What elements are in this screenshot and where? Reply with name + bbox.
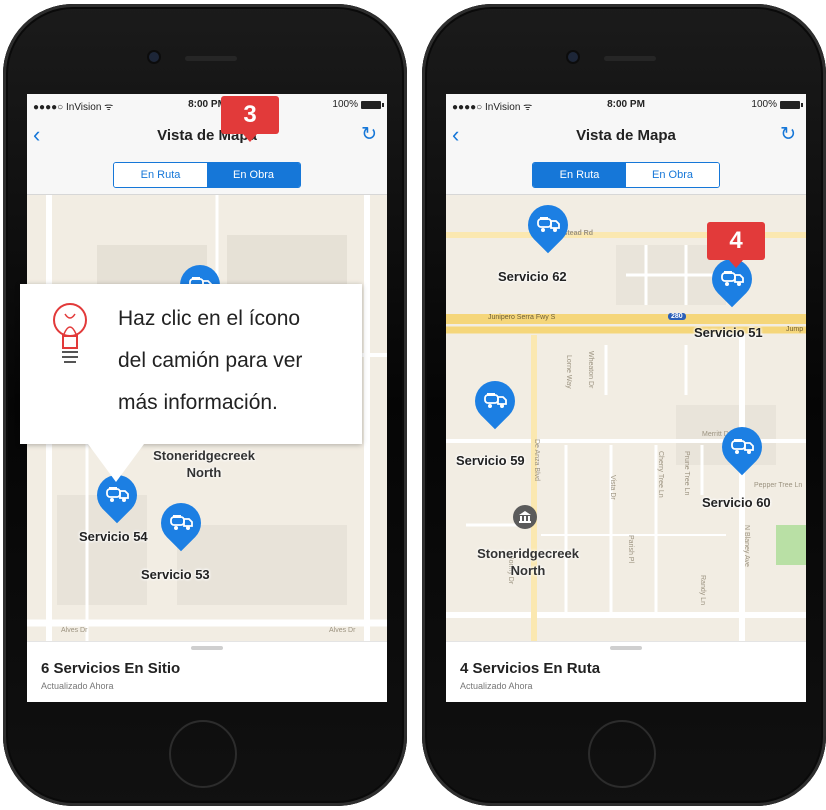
truck-pin-servicio-59[interactable] <box>466 372 524 431</box>
front-camera <box>568 52 578 62</box>
place-label: Stoneridgecreek North <box>153 448 255 480</box>
speaker-grille <box>604 56 656 61</box>
street-label: Alves Dr <box>61 627 88 634</box>
carrier-label: ●●●●○ InVision ᯤ <box>452 102 533 113</box>
right-screen: ●●●●○ InVision ᯤ 8:00 PM 100% ‹ Vista de… <box>446 94 806 702</box>
navigation-bar: ‹ Vista de Mapa ↻ <box>27 116 387 158</box>
step-badge-4: 4 <box>707 222 765 268</box>
truck-icon <box>721 269 745 287</box>
right-phone-frame: ●●●●○ InVision ᯤ 8:00 PM 100% ‹ Vista de… <box>422 4 826 806</box>
truck-icon <box>537 215 561 233</box>
truck-pin-servicio-60[interactable] <box>713 418 771 477</box>
pin-label: Servicio 62 <box>498 269 567 284</box>
street-label: Alves Dr <box>329 627 356 634</box>
tooltip-callout: Haz clic en el ícono del camión para ver… <box>20 284 362 482</box>
tooltip-line: Haz clic en el ícono <box>118 307 301 330</box>
pin-label: Servicio 60 <box>702 495 771 510</box>
segment-en-ruta[interactable]: En Ruta <box>114 163 207 187</box>
segment-bar: En Ruta En Obra <box>27 158 387 195</box>
refresh-icon[interactable]: ↻ <box>361 123 377 146</box>
truck-pin-servicio-62[interactable] <box>519 196 577 255</box>
front-camera <box>149 52 159 62</box>
street-label: N Blaney Ave <box>743 525 750 567</box>
carrier-label: ●●●●○ InVision ᯤ <box>33 102 114 113</box>
street-label: De Anza Blvd <box>533 439 540 482</box>
page-title: Vista de Mapa <box>576 127 676 144</box>
museum-icon[interactable] <box>513 505 537 529</box>
truck-icon <box>484 391 508 409</box>
home-button[interactable] <box>588 720 656 788</box>
battery-percent: 100% <box>751 99 777 110</box>
sheet-subtitle: Actualizado Ahora <box>41 681 114 691</box>
truck-pin-servicio-54[interactable] <box>88 466 146 525</box>
truck-icon <box>731 437 755 455</box>
street-label: Randy Ln <box>699 575 706 605</box>
page-title: Vista de Mapa <box>157 127 257 144</box>
map-view[interactable]: Homestead Rd Junipero Serra Fwy S 280 Ju… <box>446 195 806 641</box>
home-button[interactable] <box>169 720 237 788</box>
interstate-shield: 280 <box>668 313 686 320</box>
speaker-grille <box>185 56 237 61</box>
pin-label: Servicio 59 <box>456 453 525 468</box>
bottom-sheet[interactable]: 6 Servicios En Sitio Actualizado Ahora <box>27 641 387 702</box>
refresh-icon[interactable]: ↻ <box>780 123 796 146</box>
status-bar: ●●●●○ InVision ᯤ 8:00 PM 100% <box>446 94 806 116</box>
navigation-bar: ‹ Vista de Mapa ↻ <box>446 116 806 158</box>
battery-icon <box>780 100 803 109</box>
street-label: Prune Tree Ln <box>683 451 690 496</box>
sheet-subtitle: Actualizado Ahora <box>460 681 533 691</box>
segment-en-ruta[interactable]: En Ruta <box>533 163 626 187</box>
sheet-title: 6 Servicios En Sitio <box>41 660 181 677</box>
pin-label: Servicio 54 <box>79 529 148 544</box>
pin-label: Servicio 51 <box>694 325 763 340</box>
street-label: Lorne Way <box>565 355 572 389</box>
tooltip-text: Haz clic en el ícono del camión para ver… <box>118 298 302 424</box>
street-label: Cherry Tree Ln <box>657 451 664 498</box>
lightbulb-icon <box>53 303 87 363</box>
segment-bar: En Ruta En Obra <box>446 158 806 195</box>
battery-percent: 100% <box>332 99 358 110</box>
street-label: Wheaton Dr <box>587 351 594 389</box>
segment-en-obra[interactable]: En Obra <box>626 163 719 187</box>
segment-en-obra[interactable]: En Obra <box>207 163 300 187</box>
route-segmented-control: En Ruta En Obra <box>532 162 720 188</box>
street-label: Vista Dr <box>609 475 616 500</box>
sheet-handle[interactable] <box>191 646 223 650</box>
status-time: 8:00 PM <box>607 99 645 110</box>
truck-pin-servicio-53[interactable] <box>152 494 210 553</box>
battery-icon <box>361 100 384 109</box>
pin-label: Servicio 53 <box>141 567 210 582</box>
sheet-handle[interactable] <box>610 646 642 650</box>
highway-label: Junipero Serra Fwy S <box>488 314 556 321</box>
street-label: Parish Pl <box>627 535 634 564</box>
truck-icon <box>106 485 130 503</box>
place-label: Stoneridgecreek North <box>477 546 579 578</box>
bottom-sheet[interactable]: 4 Servicios En Ruta Actualizado Ahora <box>446 641 806 702</box>
sheet-title: 4 Servicios En Ruta <box>460 660 601 677</box>
tooltip-line: del camión para ver <box>118 349 303 372</box>
truck-icon <box>170 513 194 531</box>
status-bar: ●●●●○ InVision ᯤ 8:00 PM 100% <box>27 94 387 116</box>
step-badge-3: 3 <box>221 96 279 142</box>
street-label: Pepper Tree Ln <box>754 482 803 489</box>
route-segmented-control: En Ruta En Obra <box>113 162 301 188</box>
highway-label: Jump <box>786 326 804 333</box>
tooltip-line: más información. <box>118 391 278 414</box>
